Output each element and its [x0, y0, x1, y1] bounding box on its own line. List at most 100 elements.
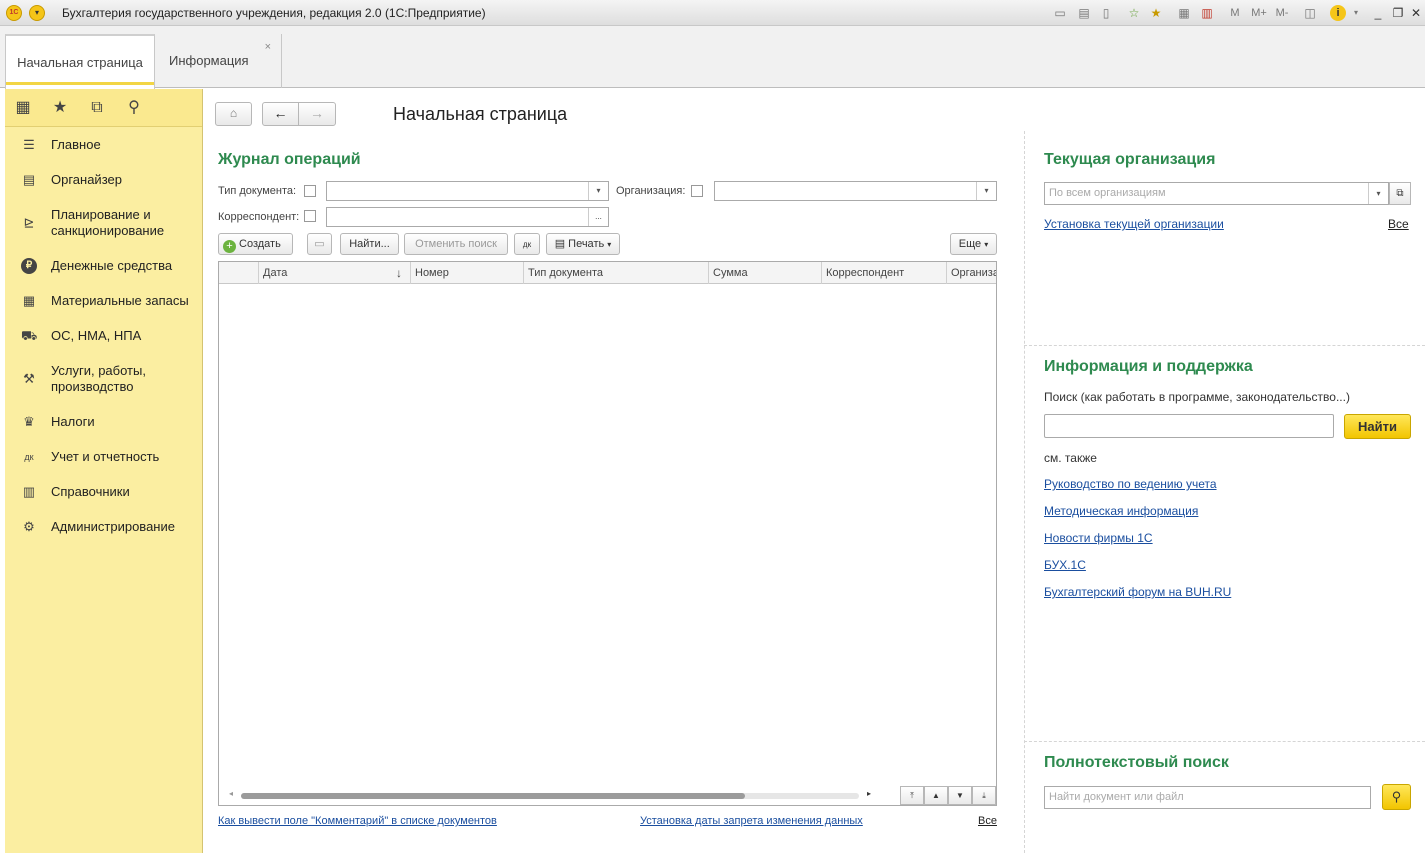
column-header-doc-type[interactable]: Тип документа	[523, 262, 708, 284]
sidebar-item-materials[interactable]: ▦ Материальные запасы	[5, 293, 203, 313]
sidebar-item-label: Налоги	[51, 414, 95, 429]
buh-1c-link[interactable]: БУХ.1С	[1044, 558, 1086, 572]
info-search-input[interactable]	[1044, 414, 1334, 438]
set-current-org-link[interactable]: Установка текущей организации	[1044, 217, 1224, 231]
news-1c-link[interactable]: Новости фирмы 1С	[1044, 531, 1153, 545]
sidebar-item-directories[interactable]: ▥ Справочники	[5, 484, 203, 504]
chevron-down-icon[interactable]: ▾	[976, 182, 996, 200]
doc-type-select[interactable]: ▾	[326, 181, 609, 201]
memory-m-icon[interactable]: M	[1227, 5, 1243, 21]
org-all-link[interactable]: Все	[1388, 217, 1409, 231]
save-icon[interactable]: ▭	[1052, 5, 1068, 21]
buh-forum-link[interactable]: Бухгалтерский форум на BUH.RU	[1044, 585, 1231, 599]
all-functions-grid-icon[interactable]: ▦	[14, 99, 32, 117]
app-logo-icon[interactable]: 1C	[6, 5, 22, 21]
search-icon[interactable]: ⚲	[125, 99, 143, 117]
operations-table[interactable]: Дата ↓ Номер Тип документа Сумма Корреспо…	[218, 261, 997, 806]
copy-button[interactable]: ▭	[307, 233, 332, 255]
favorites-add-icon[interactable]: ☆	[1126, 5, 1142, 21]
sidebar-item-label: Планирование и санкционирование	[51, 207, 165, 238]
cancel-search-button[interactable]: Отменить поиск	[404, 233, 508, 255]
close-icon[interactable]: ✕	[1408, 5, 1424, 21]
calculator-icon[interactable]: ▦	[1176, 5, 1192, 21]
back-button[interactable]: ←	[262, 102, 299, 126]
methodical-info-link[interactable]: Методическая информация	[1044, 504, 1198, 518]
info-find-button[interactable]: Найти	[1344, 414, 1411, 439]
restore-icon[interactable]: ❐	[1390, 5, 1406, 21]
info-menu-icon[interactable]: ▾	[1348, 5, 1364, 21]
sidebar-item-planning[interactable]: ⊵ Планирование и санкционирование	[5, 207, 203, 241]
info-icon[interactable]: i	[1330, 5, 1346, 21]
preview-icon[interactable]: ▯	[1098, 5, 1114, 21]
comment-field-link[interactable]: Как вывести поле "Комментарий" в списке …	[218, 815, 497, 827]
main-menu-icon[interactable]: ▾	[29, 5, 45, 21]
scroll-up-button[interactable]: ▲	[924, 786, 948, 805]
sidebar-item-fixed-assets[interactable]: ⛟ ОС, НМА, НПА	[5, 328, 203, 348]
table-header: Дата ↓ Номер Тип документа Сумма Корреспо…	[219, 262, 996, 284]
calendar-icon[interactable]: ▥	[1199, 5, 1215, 21]
scroll-top-button[interactable]: ⤒	[900, 786, 924, 805]
journal-all-link[interactable]: Все	[978, 815, 997, 827]
find-button[interactable]: Найти...	[340, 233, 399, 255]
fulltext-search-button[interactable]: ⚲	[1382, 784, 1411, 810]
fulltext-placeholder: Найти документ или файл	[1049, 791, 1184, 803]
sidebar-item-accounting[interactable]: дк Учет и отчетность	[5, 449, 203, 469]
favorites-icon[interactable]: ★	[1148, 5, 1164, 21]
correspondent-checkbox[interactable]	[304, 210, 316, 222]
postings-button[interactable]: дк	[514, 233, 540, 255]
scroll-right-icon[interactable]: ▸	[867, 789, 871, 798]
scroll-down-button[interactable]: ▼	[948, 786, 972, 805]
scrollbar-thumb[interactable]	[241, 793, 745, 799]
memory-mminus-icon[interactable]: M-	[1272, 5, 1292, 21]
open-org-button[interactable]: ⧉	[1389, 182, 1411, 205]
home-button[interactable]: ⌂	[215, 102, 252, 126]
column-header-sum[interactable]: Сумма	[708, 262, 821, 284]
column-label: Дата	[263, 267, 288, 279]
scroll-left-icon[interactable]: ◂	[229, 789, 233, 798]
doc-type-checkbox[interactable]	[304, 185, 316, 197]
forward-button[interactable]: →	[298, 102, 336, 126]
tab-close-icon[interactable]: ×	[265, 42, 271, 53]
print-button[interactable]: ▤ Печать ▾	[546, 233, 620, 255]
sections-toolbar: ▦ ★ ⧉ ⚲	[5, 89, 202, 127]
more-button[interactable]: Еще ▾	[950, 233, 997, 255]
dt-kt-icon: дк	[24, 452, 34, 462]
tab-information[interactable]: Информация ×	[156, 34, 282, 88]
open-window-icon: ⧉	[1396, 188, 1404, 199]
print-icon[interactable]: ▤	[1076, 5, 1092, 21]
horizontal-scrollbar[interactable]: ◂ ▸	[229, 789, 874, 800]
favorites-star-icon[interactable]: ★	[51, 99, 69, 117]
org-checkbox[interactable]	[691, 185, 703, 197]
minimize-icon[interactable]: _	[1370, 5, 1386, 21]
warehouse-icon: ▦	[22, 293, 36, 308]
column-header-organization[interactable]: Организация	[946, 262, 996, 284]
sections-panel: ▦ ★ ⧉ ⚲ ☰ Главное ▤ Органайзер ⊵ Планирован…	[5, 89, 203, 853]
column-header-number[interactable]: Номер	[410, 262, 523, 284]
sidebar-item-services[interactable]: ⚒ Услуги, работы, производство	[5, 363, 203, 397]
browse-button[interactable]: ...	[588, 208, 608, 226]
history-icon[interactable]: ⧉	[88, 99, 106, 117]
chevron-down-icon[interactable]: ▾	[1368, 183, 1388, 204]
org-select[interactable]: ▾	[714, 181, 997, 201]
column-header-correspondent[interactable]: Корреспондент	[821, 262, 946, 284]
column-header-date[interactable]: Дата ↓	[258, 262, 410, 284]
tab-home-page[interactable]: Начальная страница	[5, 34, 155, 89]
accounting-guide-link[interactable]: Руководство по ведению учета	[1044, 477, 1217, 491]
truck-icon: ⛟	[21, 328, 38, 343]
sidebar-item-taxes[interactable]: ♛ Налоги	[5, 414, 203, 434]
print-label: Печать	[568, 238, 605, 250]
chevron-down-icon[interactable]: ▾	[588, 182, 608, 200]
sidebar-item-organizer[interactable]: ▤ Органайзер	[5, 172, 203, 192]
fulltext-search-input[interactable]: Найти документ или файл	[1044, 786, 1371, 809]
memory-mplus-icon[interactable]: M+	[1249, 5, 1269, 21]
panels-icon[interactable]: ◫	[1302, 5, 1318, 21]
correspondent-input[interactable]: ...	[326, 207, 609, 227]
sidebar-item-main[interactable]: ☰ Главное	[5, 137, 203, 157]
sidebar-item-cash[interactable]: ₽ Денежные средства	[5, 258, 203, 278]
closing-date-link[interactable]: Установка даты запрета изменения данных	[640, 815, 863, 827]
scroll-bottom-button[interactable]: ⤓	[972, 786, 996, 805]
current-org-select[interactable]: По всем организациям ▾	[1044, 182, 1389, 205]
section-divider	[1024, 741, 1425, 742]
sidebar-item-administration[interactable]: ⚙ Администрирование	[5, 519, 203, 539]
create-button[interactable]: + Создать	[218, 233, 293, 255]
